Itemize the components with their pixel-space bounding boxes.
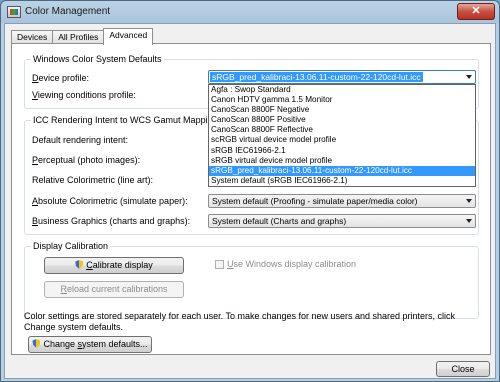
calibrate-display-button[interactable]: Calibrate display <box>44 257 184 274</box>
dropdown-option[interactable]: CanoScan 8800F Positive <box>209 115 475 125</box>
chevron-down-icon <box>466 199 472 203</box>
advanced-tab-panel: Windows Color System Defaults Device pro… <box>11 43 491 355</box>
dropdown-option[interactable]: Canon HDTV gamma 1.5 Monitor <box>209 95 475 105</box>
chevron-down-icon <box>466 219 472 223</box>
uac-shield-icon <box>32 339 41 348</box>
tab-strip: Devices All Profiles Advanced <box>11 28 154 45</box>
settings-note: Color settings are stored separately for… <box>24 311 456 332</box>
windows-defaults-title: Windows Color System Defaults <box>31 54 164 64</box>
dropdown-option-selected[interactable]: sRGB_pred_kalibraci-13.06.11-custom-22-1… <box>209 165 475 176</box>
business-graphics-label: Business Graphics (charts and graphs): <box>32 216 191 226</box>
reload-calibrations-button[interactable]: Reload current calibrations <box>44 281 184 298</box>
device-profile-label: Device profile: <box>32 73 90 83</box>
perceptual-label: Perceptual (photo images): <box>32 155 141 165</box>
default-rendering-intent-label: Default rendering intent: <box>32 135 129 145</box>
dropdown-option[interactable]: scRGB virtual device model profile <box>209 135 475 145</box>
absolute-colorimetric-value: System default (Proofing - simulate pape… <box>212 196 418 206</box>
dropdown-option[interactable]: sRGB IEC61966-2.1 <box>209 146 475 156</box>
device-profile-select[interactable]: sRGB_pred_kalibraci-13.06.11-custom-22-1… <box>208 70 476 84</box>
viewing-conditions-label: Viewing conditions profile: <box>32 90 136 100</box>
device-profile-dropdown-list: Agfa : Swop Standard Canon HDTV gamma 1.… <box>208 84 476 187</box>
display-calibration-title: Display Calibration <box>31 241 111 251</box>
use-windows-calibration-checkbox[interactable] <box>215 260 224 269</box>
dropdown-option[interactable]: sRGB virtual device model profile <box>209 156 475 166</box>
tab-all-profiles[interactable]: All Profiles <box>52 30 105 44</box>
business-graphics-value: System default (Charts and graphs) <box>212 216 347 226</box>
relative-colorimetric-label: Relative Colorimetric (line art): <box>32 175 154 185</box>
device-profile-value: sRGB_pred_kalibraci-13.06.11-custom-22-1… <box>210 72 423 82</box>
dropdown-option[interactable]: CanoScan 8800F Negative <box>209 105 475 115</box>
color-management-window: Color Management ✕ Devices All Profiles … <box>0 0 500 382</box>
title-bar: Color Management ✕ <box>1 1 499 23</box>
chevron-down-icon <box>466 75 472 79</box>
tab-devices[interactable]: Devices <box>11 30 54 44</box>
absolute-colorimetric-select[interactable]: System default (Proofing - simulate pape… <box>208 194 476 208</box>
tab-advanced[interactable]: Advanced <box>103 28 154 45</box>
change-system-defaults-button[interactable]: Change system defaults... <box>28 336 152 353</box>
uac-shield-icon <box>75 260 84 269</box>
dialog-client-area: Devices All Profiles Advanced Windows Co… <box>4 23 496 379</box>
absolute-colorimetric-label: Absolute Colorimetric (simulate paper): <box>32 196 188 206</box>
business-graphics-select[interactable]: System default (Charts and graphs) <box>208 214 476 228</box>
use-windows-calibration-label: Use Windows display calibration <box>227 259 357 269</box>
dropdown-option[interactable]: CanoScan 8800F Reflective <box>209 125 475 135</box>
close-button[interactable]: Close <box>436 361 490 377</box>
dropdown-option[interactable]: System default (sRGB IEC61966-2.1) <box>209 176 475 186</box>
icc-mapping-title: ICC Rendering Intent to WCS Gamut Mappin… <box>31 115 220 125</box>
window-close-icon[interactable]: ✕ <box>457 3 495 20</box>
dropdown-option[interactable]: Agfa : Swop Standard <box>209 85 475 95</box>
color-management-app-icon <box>7 6 21 18</box>
window-title: Color Management <box>25 6 111 17</box>
